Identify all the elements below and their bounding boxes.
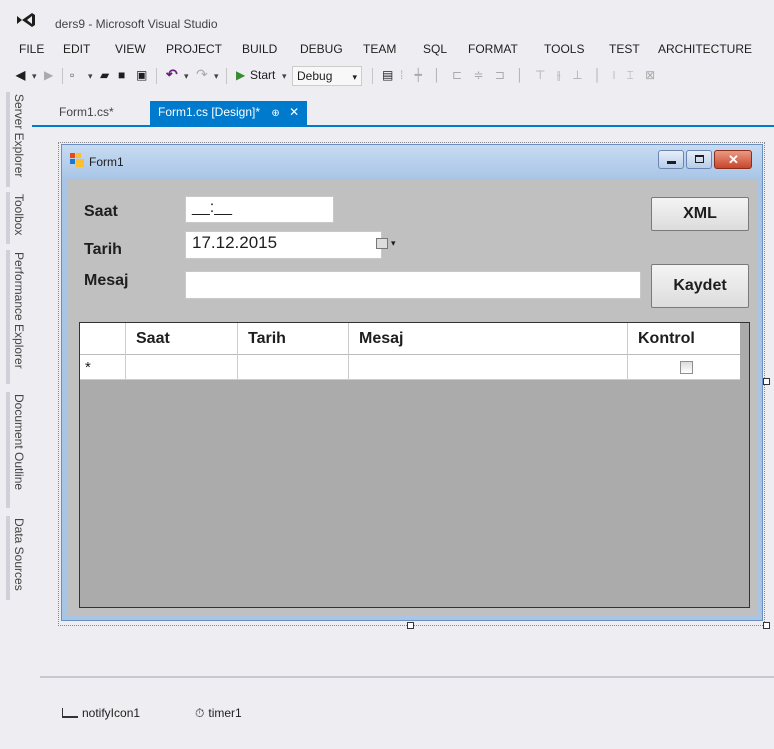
undo-dropdown-icon[interactable]: ▾ bbox=[184, 71, 189, 82]
save-icon[interactable]: ■ bbox=[118, 68, 125, 82]
timer-component[interactable]: ⏱ timer1 bbox=[195, 706, 242, 721]
grid-row-header-corner bbox=[80, 323, 126, 355]
new-project-icon[interactable]: ▫ bbox=[70, 68, 74, 82]
kaydet-button[interactable]: Kaydet bbox=[651, 264, 749, 308]
resize-handle-corner[interactable] bbox=[763, 622, 770, 629]
mesaj-input[interactable] bbox=[185, 271, 641, 299]
grid-cell-kontrol[interactable] bbox=[628, 355, 740, 380]
left-tool-strip: Server Explorer Toolbox Performance Expl… bbox=[0, 92, 31, 749]
calendar-icon[interactable] bbox=[376, 238, 388, 249]
menu-project[interactable]: PROJECT bbox=[166, 42, 222, 56]
form-app-icon bbox=[70, 153, 84, 167]
menu-architecture[interactable]: ARCHITECTURE bbox=[658, 42, 752, 56]
new-project-dropdown-icon[interactable]: ▾ bbox=[88, 71, 93, 82]
menu-team[interactable]: TEAM bbox=[363, 42, 396, 56]
menu-format[interactable]: FORMAT bbox=[468, 42, 518, 56]
maximize-button[interactable] bbox=[686, 150, 712, 169]
visual-studio-logo-icon bbox=[17, 13, 35, 27]
menu-sql[interactable]: SQL bbox=[423, 42, 447, 56]
tab-form1-design-label: Form1.cs [Design]* bbox=[158, 105, 261, 119]
save-all-icon[interactable]: ▣ bbox=[136, 68, 147, 82]
grid-column-kontrol[interactable]: Kontrol bbox=[628, 323, 740, 355]
form-caption-bar[interactable] bbox=[62, 145, 762, 179]
tab-data-sources-label: Data Sources bbox=[12, 518, 26, 591]
solution-config-select[interactable]: Debug ▾ bbox=[292, 66, 362, 86]
tab-data-sources[interactable]: Data Sources bbox=[6, 516, 28, 600]
chevron-down-icon[interactable]: ▾ bbox=[391, 238, 396, 249]
document-tabs: Form1.cs* Form1.cs [Design]* ⊕ ✕ bbox=[32, 101, 774, 127]
layout-toolbar-icons[interactable]: ⁞ ┿ │ ⊏ ≑ ⊐ │ ⊤ ⫲ ⊥ │ ⧘ ⌶ ⊠ bbox=[400, 68, 659, 83]
menu-file[interactable]: FILE bbox=[19, 42, 44, 56]
open-file-icon[interactable]: ▰ bbox=[100, 68, 109, 82]
menu-tools[interactable]: TOOLS bbox=[544, 42, 584, 56]
grid-header-row: Saat Tarih Mesaj Kontrol bbox=[80, 323, 740, 355]
new-row-icon: * bbox=[85, 359, 91, 376]
grid-cell-tarih[interactable] bbox=[238, 355, 349, 380]
menu-test[interactable]: TEST bbox=[609, 42, 640, 56]
tab-toolbox-label: Toolbox bbox=[12, 194, 26, 236]
redo-dropdown-icon[interactable]: ▾ bbox=[214, 71, 219, 82]
form-title: Form1 bbox=[89, 155, 124, 169]
menu-edit[interactable]: EDIT bbox=[63, 42, 90, 56]
find-in-files-icon[interactable]: ▤ bbox=[382, 68, 393, 82]
tab-form1-design[interactable]: Form1.cs [Design]* ⊕ ✕ bbox=[150, 101, 308, 125]
window-title: ders9 - Microsoft Visual Studio bbox=[55, 17, 218, 31]
notifyicon-label: notifyIcon1 bbox=[82, 706, 141, 720]
saat-label: Saat bbox=[84, 203, 118, 220]
notifyicon-component[interactable]: notifyIcon1 bbox=[62, 706, 140, 720]
menu-debug[interactable]: DEBUG bbox=[300, 42, 343, 56]
tarih-label: Tarih bbox=[84, 241, 122, 258]
mesaj-label: Mesaj bbox=[84, 272, 129, 289]
tab-document-outline[interactable]: Document Outline bbox=[6, 392, 28, 508]
notify-icon bbox=[62, 708, 78, 718]
start-icon[interactable]: ▶ bbox=[236, 68, 245, 82]
back-dropdown-icon[interactable]: ▾ bbox=[32, 71, 37, 82]
saat-masked-input[interactable]: __:__ bbox=[185, 196, 334, 223]
maximize-icon bbox=[695, 155, 704, 163]
tab-performance-explorer-label: Performance Explorer bbox=[12, 252, 26, 369]
grid-row-header[interactable]: * bbox=[80, 355, 126, 380]
kontrol-checkbox[interactable] bbox=[680, 361, 693, 374]
title-bar: ders9 - Microsoft Visual Studio bbox=[0, 0, 774, 40]
back-icon[interactable]: ◀ bbox=[16, 68, 25, 82]
redo-icon[interactable]: ↷ bbox=[196, 66, 208, 83]
tab-toolbox[interactable]: Toolbox bbox=[6, 192, 28, 244]
grid-cell-saat[interactable] bbox=[126, 355, 238, 380]
resize-handle-right[interactable] bbox=[763, 378, 770, 385]
stopwatch-icon: ⏱ bbox=[195, 706, 205, 720]
timer-label: timer1 bbox=[208, 706, 242, 720]
xml-button[interactable]: XML bbox=[651, 197, 749, 231]
menu-build[interactable]: BUILD bbox=[242, 42, 277, 56]
minimize-icon bbox=[667, 161, 676, 164]
minimize-button[interactable] bbox=[658, 150, 684, 169]
tab-server-explorer-label: Server Explorer bbox=[12, 94, 26, 178]
tarih-value: 17.12.2015 bbox=[192, 233, 278, 252]
close-x-icon: ✕ bbox=[728, 152, 739, 167]
grid-cell-mesaj[interactable] bbox=[349, 355, 628, 380]
grid-column-saat[interactable]: Saat bbox=[126, 323, 238, 355]
undo-icon[interactable]: ↶ bbox=[166, 66, 178, 83]
grid-new-row[interactable]: * bbox=[80, 355, 740, 380]
tarih-date-picker[interactable]: 17.12.2015 ▾ bbox=[185, 231, 396, 259]
pin-icon[interactable]: ⊕ bbox=[271, 108, 279, 119]
tab-server-explorer[interactable]: Server Explorer bbox=[6, 92, 28, 187]
grid-column-mesaj[interactable]: Mesaj bbox=[349, 323, 628, 355]
close-button[interactable]: ✕ bbox=[714, 150, 752, 169]
grid-column-tarih[interactable]: Tarih bbox=[238, 323, 349, 355]
start-button[interactable]: Start bbox=[250, 68, 275, 82]
resize-handle-bottom[interactable] bbox=[407, 622, 414, 629]
standard-toolbar: ◀ ▾ ▶ ▫ ▾ ▰ ■ ▣ ↶ ▾ ↷ ▾ ▶ Start ▾ Debug … bbox=[0, 62, 774, 90]
close-icon[interactable]: ✕ bbox=[289, 105, 299, 119]
menu-view[interactable]: VIEW bbox=[115, 42, 146, 56]
tab-form1-code[interactable]: Form1.cs* bbox=[59, 105, 114, 119]
tab-performance-explorer[interactable]: Performance Explorer bbox=[6, 250, 28, 384]
tab-document-outline-label: Document Outline bbox=[12, 394, 26, 491]
chevron-down-icon: ▾ bbox=[352, 72, 357, 82]
solution-config-value: Debug bbox=[297, 69, 333, 83]
start-dropdown-icon[interactable]: ▾ bbox=[282, 71, 287, 82]
component-tray bbox=[40, 676, 774, 749]
forward-icon[interactable]: ▶ bbox=[44, 68, 53, 82]
menu-bar: FILE EDIT VIEW PROJECT BUILD DEBUG TEAM … bbox=[0, 40, 774, 62]
